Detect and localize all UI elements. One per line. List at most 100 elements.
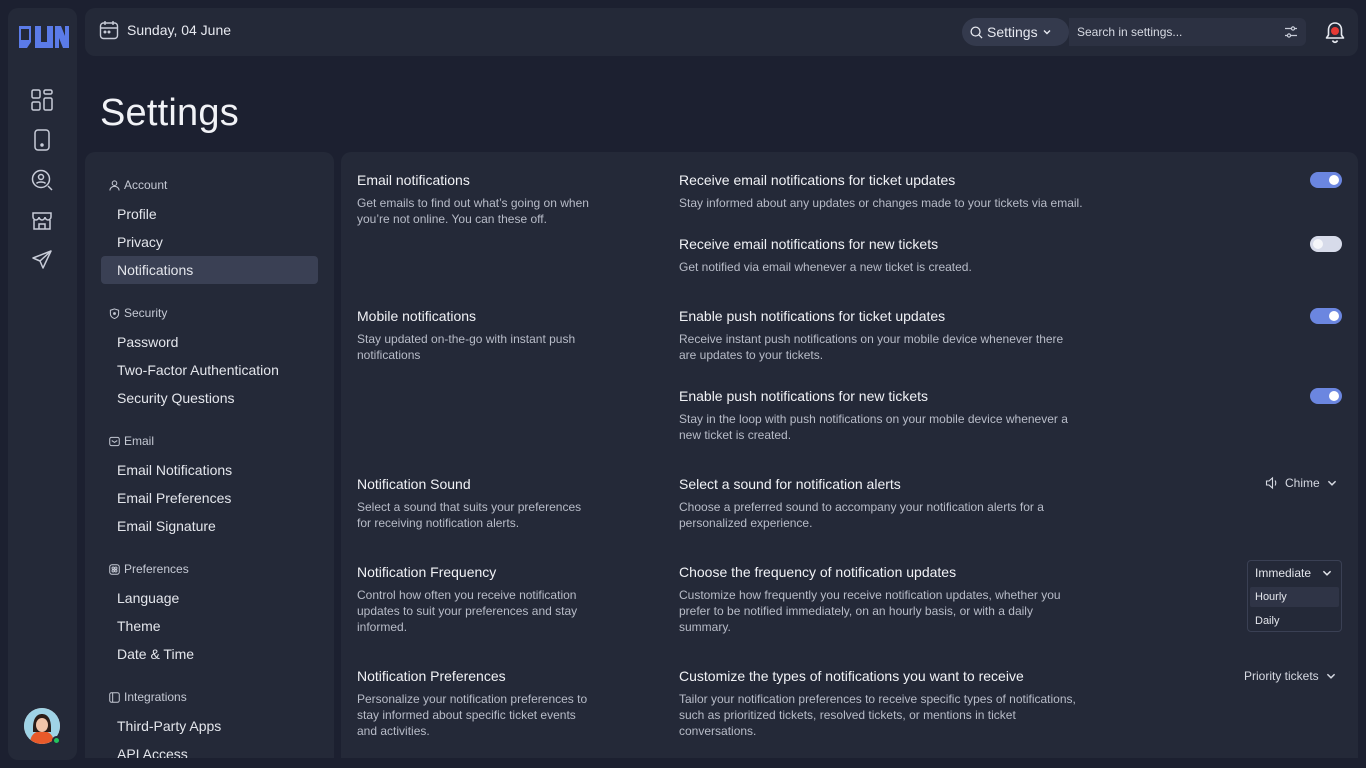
nav-group-label: Account	[124, 178, 168, 192]
nav-store-button[interactable]	[28, 206, 56, 234]
nav-item-label: Privacy	[117, 234, 163, 250]
option-desc-types: Tailor your notification preferences to …	[679, 692, 1076, 738]
nav-group-security: Security	[109, 306, 167, 320]
top-bar: Sunday, 04 June Settings	[85, 8, 1358, 56]
calendar-icon	[99, 21, 119, 40]
nav-mobile-button[interactable]	[28, 126, 56, 154]
notifications-settings-panel: Email notifications Get emails to find o…	[341, 152, 1358, 758]
brand-logo[interactable]	[17, 22, 69, 52]
nav-item-label: Security Questions	[117, 390, 235, 406]
notification-types-dropdown[interactable]: Priority tickets	[1244, 669, 1337, 683]
store-icon	[32, 212, 52, 230]
option-title-push-new-tickets: Enable push notifications for new ticket…	[679, 388, 929, 404]
bell-icon	[1325, 22, 1345, 44]
search-scope-dropdown[interactable]: Settings	[962, 18, 1069, 46]
nav-group-label: Email	[124, 434, 155, 448]
option-desc-sound: Choose a preferred sound to accompany yo…	[679, 500, 1044, 530]
nav-item-label: Email Notifications	[117, 462, 233, 478]
option-desc-email-ticket-updates: Stay informed about any updates or chang…	[679, 196, 1083, 210]
frequency-dropdown[interactable]: Immediate	[1255, 566, 1333, 580]
integrations-icon	[109, 691, 120, 703]
option-desc-push-new-tickets: Stay in the loop with push notifications…	[679, 412, 1068, 442]
option-title-types: Customize the types of notifications you…	[679, 668, 1024, 684]
section-title-preferences: Notification Preferences	[357, 668, 506, 684]
option-title-sound: Select a sound for notification alerts	[679, 476, 901, 492]
section-desc-preferences: Personalize your notification preference…	[357, 692, 588, 738]
sound-dropdown[interactable]: Chime	[1265, 476, 1338, 490]
nav-send-button[interactable]	[28, 246, 56, 274]
nav-group-label: Security	[124, 306, 168, 320]
user-icon	[109, 179, 120, 191]
nav-item-api-access[interactable]: API Access	[101, 740, 318, 758]
toggle-email-ticket-updates[interactable]	[1310, 172, 1342, 188]
nav-dashboard-button[interactable]	[28, 86, 56, 114]
nav-item-label: Theme	[117, 618, 161, 634]
section-desc-email: Get emails to find out what’s going on w…	[357, 196, 589, 226]
nav-group-account: Account	[109, 178, 167, 192]
section-desc-frequency: Control how often you receive notificati…	[357, 588, 578, 634]
search-input[interactable]	[1077, 25, 1284, 39]
nav-item-two-factor[interactable]: Two-Factor Authentication	[101, 356, 318, 384]
nav-item-label: Profile	[117, 206, 157, 222]
section-desc-mobile: Stay updated on-the-go with instant push…	[357, 332, 576, 362]
nav-item-email-preferences[interactable]: Email Preferences	[101, 484, 318, 512]
toggle-email-new-tickets[interactable]	[1310, 236, 1342, 252]
toggle-push-ticket-updates[interactable]	[1310, 308, 1342, 324]
nav-item-label: Email Preferences	[117, 490, 232, 506]
chevron-down-icon	[1043, 30, 1051, 35]
frequency-option-daily[interactable]: Daily	[1250, 611, 1339, 631]
nav-item-label: Notifications	[117, 262, 194, 278]
frequency-value: Immediate	[1255, 566, 1312, 580]
section-title-sound: Notification Sound	[357, 476, 471, 492]
speaker-icon	[1265, 476, 1277, 490]
chevron-down-icon	[1326, 673, 1335, 679]
toggle-push-new-tickets[interactable]	[1310, 388, 1342, 404]
nav-item-security-questions[interactable]: Security Questions	[101, 384, 318, 412]
option-title-push-ticket-updates: Enable push notifications for ticket upd…	[679, 308, 946, 324]
search-user-icon	[31, 169, 53, 191]
search-box	[1069, 18, 1306, 46]
nav-item-label: Two-Factor Authentication	[117, 362, 279, 378]
nav-item-email-notifications[interactable]: Email Notifications	[101, 456, 318, 484]
nav-group-integrations: Integrations	[109, 690, 187, 704]
nav-item-profile[interactable]: Profile	[101, 200, 318, 228]
nav-item-third-party-apps[interactable]: Third-Party Apps	[101, 712, 318, 740]
nav-item-label: API Access	[117, 746, 188, 758]
frequency-dropdown-menu: Immediate Hourly Daily	[1247, 560, 1342, 632]
option-title-email-new-tickets: Receive email notifications for new tick…	[679, 236, 939, 252]
notifications-bell-button[interactable]	[1323, 20, 1347, 44]
mobile-icon	[34, 129, 50, 151]
filter-icon	[1285, 26, 1297, 38]
send-icon	[32, 250, 52, 269]
section-title-mobile: Mobile notifications	[357, 308, 477, 324]
nav-item-label: Language	[117, 590, 180, 606]
nav-item-language[interactable]: Language	[101, 584, 318, 612]
nav-group-label: Integrations	[124, 690, 187, 704]
nav-item-privacy[interactable]: Privacy	[101, 228, 318, 256]
left-rail	[8, 8, 77, 760]
nav-group-label: Preferences	[124, 562, 189, 576]
nav-item-label: Third-Party Apps	[117, 718, 222, 734]
settings-sidebar: Account Profile Privacy Notifications Se…	[85, 152, 334, 758]
page-title: Settings	[100, 92, 239, 134]
nav-item-email-signature[interactable]: Email Signature	[101, 512, 318, 540]
date-label: Sunday, 04 June	[127, 22, 232, 38]
nav-item-label: Date & Time	[117, 646, 195, 662]
option-desc-frequency: Customize how frequently you receive not…	[679, 588, 1061, 634]
dashboard-icon	[31, 89, 53, 111]
nav-item-notifications[interactable]: Notifications	[101, 256, 318, 284]
nav-group-email: Email	[109, 434, 154, 448]
shield-icon	[109, 307, 120, 319]
nav-item-theme[interactable]: Theme	[101, 612, 318, 640]
nav-item-label: Password	[117, 334, 179, 350]
preferences-icon	[109, 563, 120, 575]
frequency-option-hourly[interactable]: Hourly	[1250, 587, 1339, 607]
nav-item-password[interactable]: Password	[101, 328, 318, 356]
nav-group-preferences: Preferences	[109, 562, 189, 576]
mail-icon	[109, 436, 120, 446]
option-title-frequency: Choose the frequency of notification upd…	[679, 564, 957, 580]
search-scope-label: Settings	[987, 24, 1038, 40]
nav-search-user-button[interactable]	[28, 166, 56, 194]
section-title-email: Email notifications	[357, 172, 470, 188]
nav-item-date-time[interactable]: Date & Time	[101, 640, 318, 668]
